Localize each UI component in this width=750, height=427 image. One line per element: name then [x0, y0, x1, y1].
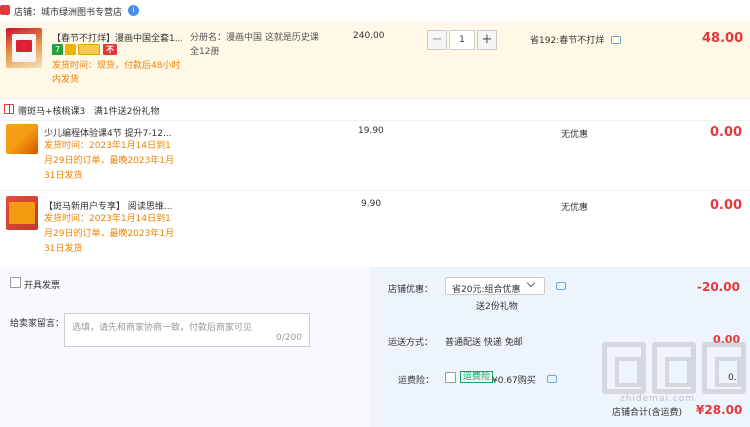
coupon-selected[interactable]: 省20元:组合优惠 [452, 282, 521, 295]
quantity-minus-button[interactable]: − [427, 30, 447, 50]
shop-discount-value: -20.00 [697, 280, 740, 294]
coupon-gift-note: 送2份礼物 [476, 302, 518, 312]
product-title[interactable]: 【春节不打烊】漫画中国全套1... [52, 31, 182, 44]
badge-gift-icon [65, 44, 76, 55]
product-thumbnail[interactable] [6, 28, 42, 68]
message-count: 0/200 [276, 333, 302, 343]
shipping-method: 普通配送 快递 免邮 [445, 338, 523, 348]
unit-price: 240.00 [353, 31, 385, 41]
message-placeholder: 选填，请先和商家协商一致，付款后商家可见 [72, 323, 253, 333]
quantity-plus-button[interactable]: + [477, 30, 497, 50]
gift-item-total: 0.00 [710, 125, 743, 140]
quantity-input[interactable]: 1 [449, 30, 475, 50]
gift-item-discount: 无优惠 [561, 203, 589, 213]
gift-item-shipping: 发货时间：2023年1月14日到1月29日的订单，最晚2023年1月31日发货 [44, 141, 175, 181]
item-total: 48.00 [702, 31, 744, 46]
watermark: zhidemai.com [600, 342, 750, 404]
shop-total-value: ¥28.00 [696, 403, 743, 417]
insurance-checkbox[interactable] [445, 372, 456, 383]
badge-7-icon: 7 [52, 44, 63, 55]
message-label: 给卖家留言： [10, 319, 65, 329]
gift-item-shipping: 发货时间：2023年1月14日到1月29日的订单，最晚2023年1月31日发货 [44, 214, 175, 254]
gift-item-price: 9.90 [361, 199, 382, 209]
gift-icon [4, 104, 14, 114]
gift-item-discount: 无优惠 [561, 130, 589, 140]
comment-icon[interactable] [556, 282, 566, 290]
promo-tag: 不打烊 [103, 44, 117, 76]
insurance-tag: 运费险 [460, 371, 494, 383]
shop-name[interactable]: 店铺：城市绿洲图书专营店 [14, 5, 122, 18]
shop-total-label: 店铺合计(含运费) [612, 408, 683, 418]
divider [0, 120, 750, 121]
gift-title: 赠斑马+核桃课3 满1件送2份礼物 [18, 107, 160, 117]
gift-thumbnail[interactable] [6, 124, 38, 154]
shipping-time: 发货时间：现货，付款后48小时内发货 [52, 61, 181, 85]
tmall-icon [0, 5, 10, 15]
shop-discount-label: 店铺优惠： [388, 285, 434, 295]
comment-icon[interactable] [611, 36, 621, 44]
badge-card-icon [78, 44, 100, 55]
gift-rule: 满1件送2份礼物 [93, 107, 160, 117]
watermark-text: zhidemai.com [620, 394, 696, 404]
gift-item-title[interactable]: 少儿编程体验课4节 提升7-12... [44, 126, 174, 139]
insurance-label: 运费险： [398, 376, 435, 386]
comment-icon[interactable] [547, 375, 557, 383]
insurance-price: ¥0.67购买 [492, 376, 536, 386]
gift-thumbnail[interactable] [6, 196, 38, 230]
invoice-checkbox[interactable] [10, 277, 21, 288]
divider [0, 98, 750, 99]
discount-saving: 省192:春节不打烊 [530, 36, 605, 46]
gift-item-total: 0.00 [710, 198, 743, 213]
product-spec: 分册名：漫画中国 这就是历史课全12册 [190, 33, 319, 57]
shipping-label: 运送方式： [388, 338, 434, 348]
gift-item-price: 19.90 [358, 126, 384, 136]
invoice-label[interactable]: 开具发票 [24, 278, 60, 291]
divider [0, 190, 750, 191]
gift-item-title[interactable]: 【斑马新用户专享】 阅读思维... [44, 199, 174, 212]
info-icon[interactable]: i [128, 5, 139, 16]
